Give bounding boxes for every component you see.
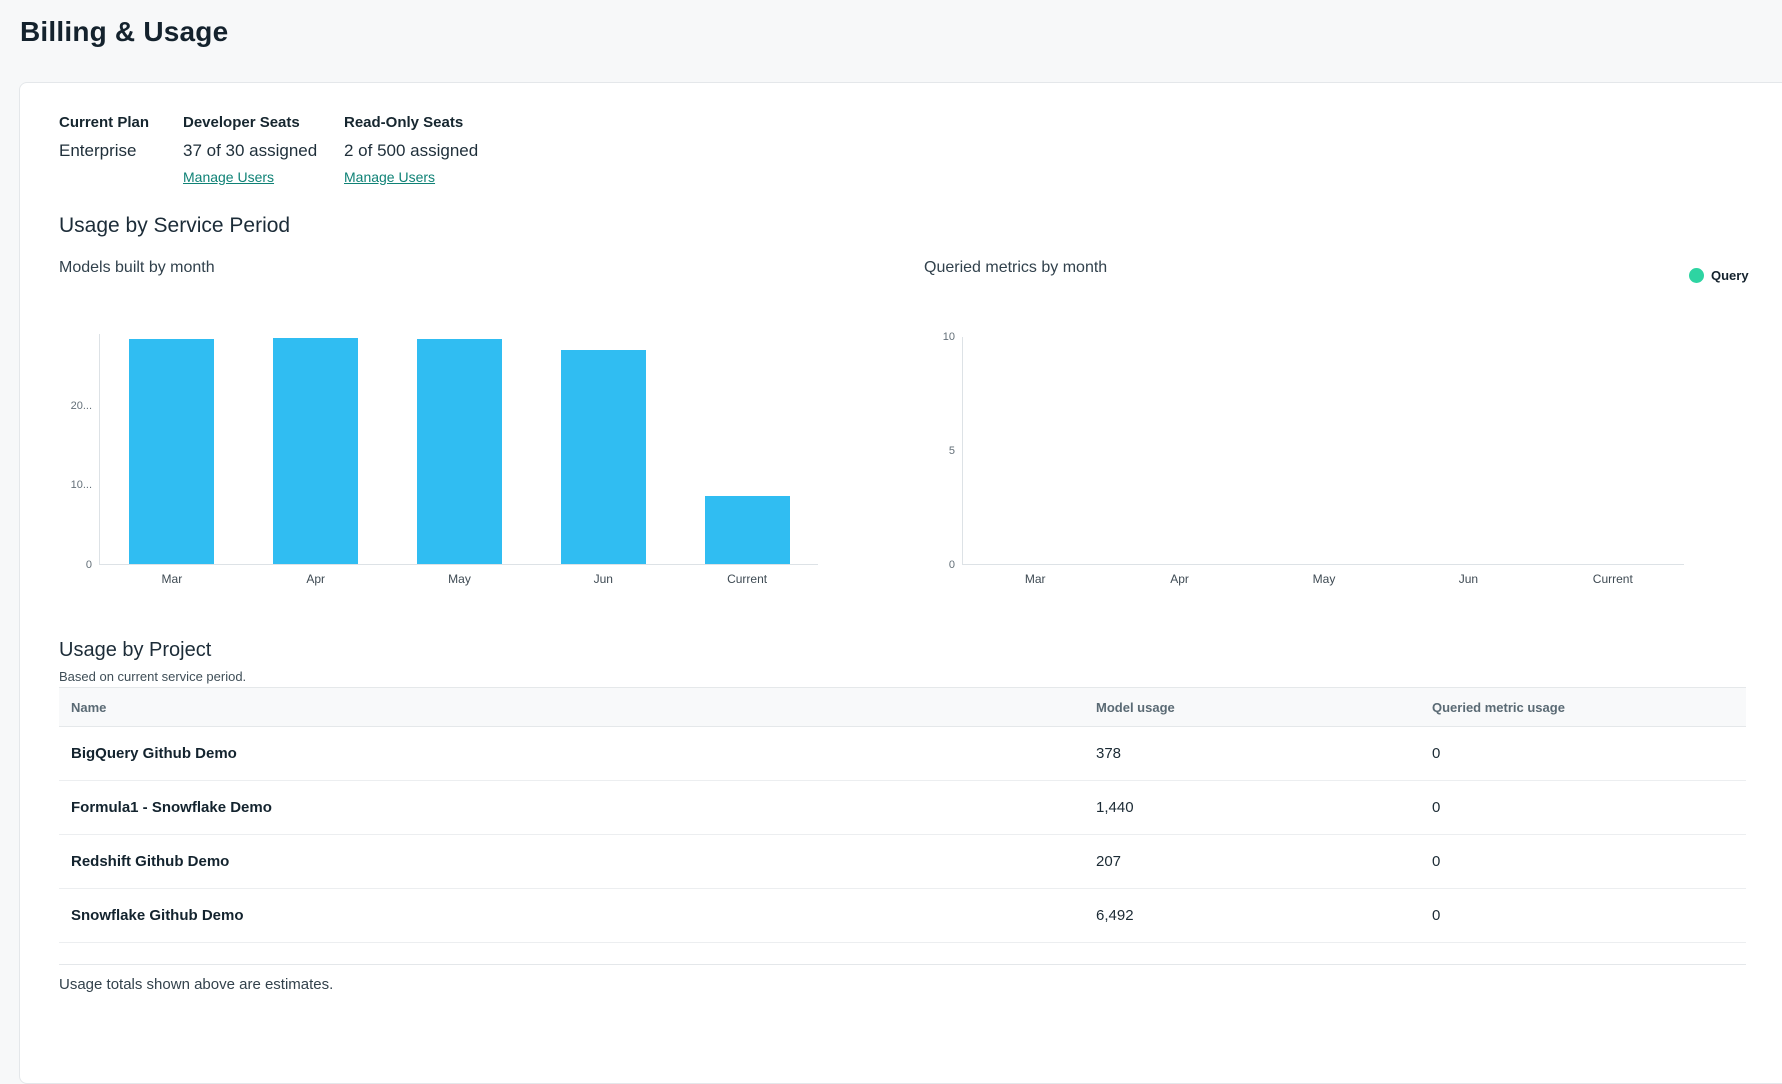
table-row: BigQuery Github Demo3780 [59,727,1746,781]
column-header-queried-metric-usage: Queried metric usage [1420,700,1746,715]
table-row: Formula1 - Snowflake Demo1,4400 [59,781,1746,835]
model-usage-cell: 6,492 [1084,907,1420,924]
chart-legend[interactable]: Query [1689,268,1749,283]
manage-users-link-developer[interactable]: Manage Users [183,169,274,185]
usage-table: NameModel usageQueried metric usage BigQ… [59,687,1746,943]
developer-seats-column: Developer Seats 37 of 30 assigned Manage… [183,114,317,185]
legend-dot-icon [1689,268,1704,283]
x-axis-tick-label: May [1274,572,1374,586]
usage-by-project-heading: Usage by Project [59,639,211,662]
current-plan-value: Enterprise [59,141,149,161]
current-plan-column: Current Plan Enterprise [59,114,149,161]
x-axis-tick-label: Mar [122,572,222,586]
developer-seats-label: Developer Seats [183,114,317,131]
y-axis-tick-label: 10... [32,478,92,492]
project-subtitle: Based on current service period. [59,669,246,684]
readonly-seats-column: Read-Only Seats 2 of 500 assigned Manage… [344,114,478,185]
bar-apr [273,338,358,564]
y-axis-tick-label: 0 [895,558,955,572]
billing-card: Current Plan Enterprise Developer Seats … [19,82,1782,1084]
x-axis-tick-label: Jun [1418,572,1518,586]
queried-metric-usage-cell: 0 [1420,799,1746,816]
queried-metrics-chart: 0510MarAprMayJunCurrent [962,337,1684,565]
column-header-model-usage: Model usage [1084,700,1420,715]
current-plan-label: Current Plan [59,114,149,131]
usage-table-body: BigQuery Github Demo3780Formula1 - Snowf… [59,727,1746,943]
project-name-cell: BigQuery Github Demo [59,745,1084,762]
y-axis-tick-label: 10 [895,330,955,344]
models-built-chart: 010...20...MarAprMayJunCurrent [99,334,818,565]
y-axis-tick-label: 5 [895,444,955,458]
usage-by-service-period-heading: Usage by Service Period [59,214,290,238]
queried-metric-usage-cell: 0 [1420,907,1746,924]
models-built-chart-title: Models built by month [59,259,215,277]
model-usage-cell: 1,440 [1084,799,1420,816]
project-name-cell: Redshift Github Demo [59,853,1084,870]
bar-mar [129,339,214,564]
column-header-name: Name [59,700,1084,715]
readonly-seats-label: Read-Only Seats [344,114,478,131]
x-axis-tick-label: Jun [553,572,653,586]
model-usage-cell: 378 [1084,745,1420,762]
page-title: Billing & Usage [20,16,228,48]
x-axis-tick-label: Mar [985,572,1085,586]
table-row: Redshift Github Demo2070 [59,835,1746,889]
readonly-seats-value: 2 of 500 assigned [344,141,478,161]
project-name-cell: Formula1 - Snowflake Demo [59,799,1084,816]
y-axis-tick-label: 0 [32,558,92,572]
project-name-cell: Snowflake Github Demo [59,907,1084,924]
y-axis-tick-label: 20... [32,399,92,413]
usage-estimates-footnote: Usage totals shown above are estimates. [59,976,333,993]
bar-may [417,339,502,564]
bar-current [705,496,790,565]
table-row: Snowflake Github Demo6,4920 [59,889,1746,943]
developer-seats-value: 37 of 30 assigned [183,141,317,161]
footer-divider [59,964,1746,965]
x-axis-tick-label: Current [1563,572,1663,586]
bar-jun [561,350,646,564]
x-axis-tick-label: Apr [1130,572,1230,586]
manage-users-link-readonly[interactable]: Manage Users [344,169,435,185]
x-axis-tick-label: May [410,572,510,586]
queried-metric-usage-cell: 0 [1420,745,1746,762]
queried-metric-usage-cell: 0 [1420,853,1746,870]
legend-label: Query [1711,268,1749,283]
x-axis-tick-label: Current [697,572,797,586]
queried-metrics-chart-title: Queried metrics by month [924,259,1107,277]
usage-table-header: NameModel usageQueried metric usage [59,687,1746,727]
x-axis-tick-label: Apr [266,572,366,586]
model-usage-cell: 207 [1084,853,1420,870]
